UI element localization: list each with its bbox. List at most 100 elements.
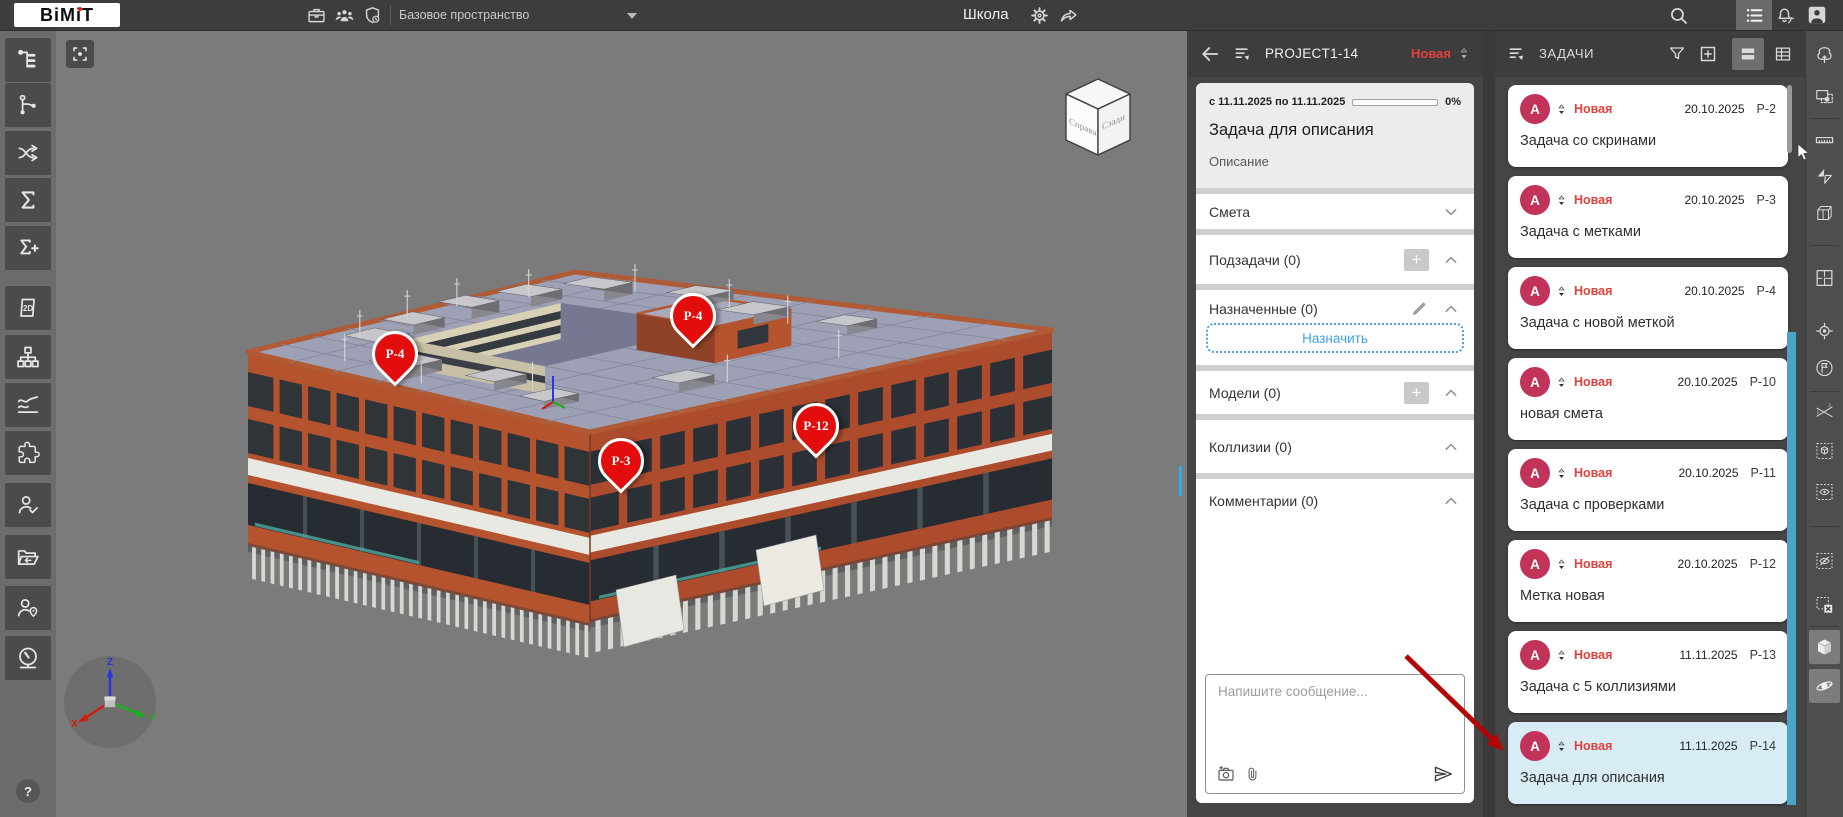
focus-selection-button[interactable] [66,40,94,68]
sort-list-icon[interactable] [1233,44,1253,64]
chevron-up-icon[interactable] [1441,383,1461,403]
scrollbar-thumb[interactable] [1787,85,1792,153]
section-assignees[interactable]: Назначенные (0) Назначить [1196,290,1474,365]
sheet-2d-icon[interactable]: 2D [5,286,51,330]
folder-transfer-icon[interactable] [5,535,51,579]
analytics-icon[interactable] [5,383,51,427]
app-logo[interactable]: BiMiT [14,3,120,27]
chevron-down-icon[interactable] [627,13,637,19]
add-subtask-button[interactable]: + [1404,249,1429,271]
section-estimate[interactable]: Смета [1196,194,1474,229]
section-subtasks[interactable]: Подзадачи (0) + [1196,235,1474,284]
navigation-gizmo[interactable]: Z X Y [60,652,160,752]
edit-icon[interactable] [1409,299,1429,319]
view-cube[interactable]: Справа Сзади [1050,70,1146,166]
task-title: Задача с 5 коллизиями [1520,679,1776,695]
task-title: Задача с метками [1520,224,1776,240]
section-box-icon[interactable] [1809,196,1840,230]
isolate-selection-icon[interactable] [1809,80,1840,114]
task-card[interactable]: A Новая 11.11.2025 P-13 Задача с 5 колли… [1508,631,1788,713]
orbit-mode-icon[interactable] [1809,669,1840,703]
help-button[interactable]: ? [16,779,40,803]
chevron-up-icon[interactable] [1441,299,1461,319]
chevron-down-icon[interactable] [1441,202,1461,222]
gear-icon[interactable] [1029,5,1050,26]
back-icon[interactable] [1199,43,1221,65]
task-status: Новая [1574,193,1612,207]
dashboard-icon[interactable] [5,636,51,680]
task-panel-header: PROJECT1-14 Новая [1187,30,1483,77]
issue-pin[interactable]: P-4 [369,328,415,384]
section-models[interactable]: Модели (0) + [1196,371,1474,414]
side-panels: PROJECT1-14 Новая с 11.11.2025 по 11.11.… [1187,30,1805,817]
task-card[interactable]: A Новая 11.11.2025 P-14 Задача для описа… [1508,722,1788,804]
plugins-icon[interactable] [5,431,51,475]
panel-resize-indicator[interactable] [1179,466,1182,496]
selection-hide-icon[interactable] [1809,544,1840,578]
message-box [1205,674,1465,794]
svg-text:2D: 2D [23,304,33,313]
workspace-selector[interactable]: Базовое пространство [399,0,529,30]
pin-label: P-4 [375,334,415,374]
chevron-up-icon[interactable] [1441,437,1461,457]
task-card[interactable]: A Новая 20.10.2025 P-10 новая смета [1508,358,1788,440]
toolbar-divider [1810,391,1839,392]
selection-ghost-icon[interactable] [1809,434,1840,468]
locate-point-icon[interactable] [1809,314,1840,348]
flag-mark-icon[interactable] [1809,351,1840,385]
task-card[interactable]: A Новая 20.10.2025 P-3 Задача с метками [1508,176,1788,258]
attach-file-icon[interactable] [1244,764,1261,784]
chevron-up-icon[interactable] [1441,491,1461,511]
search-icon[interactable] [1668,5,1689,26]
user-location-icon[interactable] [5,586,51,630]
share-icon[interactable] [1058,5,1079,26]
filter-icon[interactable] [1667,44,1687,64]
measure-ruler-icon[interactable] [1809,123,1840,157]
issue-pin[interactable]: P-3 [595,435,641,491]
issue-pin[interactable]: P-4 [667,290,713,346]
totals-add-icon[interactable] [5,226,51,270]
shaded-view-icon[interactable] [1809,630,1840,664]
compare-flash-icon[interactable] [1809,159,1840,193]
scheme-icon[interactable] [5,335,51,379]
shield-clock-icon[interactable] [362,5,383,26]
menu-list-glyph [1744,5,1765,26]
add-model-button[interactable]: + [1404,382,1429,404]
task-title: Задача с проверками [1520,497,1776,513]
environment-tree-icon[interactable] [1809,38,1840,72]
notifications-icon[interactable] [1774,5,1795,26]
selection-show-icon[interactable] [1809,475,1840,509]
add-task-icon[interactable] [1698,44,1718,64]
account-icon[interactable] [1806,4,1828,26]
model-structure-icon[interactable] [5,38,51,82]
send-icon[interactable] [1432,763,1454,785]
priority-arrows-icon [1555,647,1568,664]
briefcase-icon[interactable] [306,5,327,26]
viewport-3d[interactable]: Справа Сзади Z X Y P-4 P-4 P-3 P-12 [56,30,1187,817]
totals-icon[interactable] [5,178,51,222]
assign-button[interactable]: Назначить [1206,323,1464,353]
user-approvals-icon[interactable] [5,483,51,527]
team-icon[interactable] [334,5,355,26]
relations-icon[interactable] [5,83,51,127]
tasks-list-icon[interactable] [1736,0,1772,30]
sort-list-icon[interactable] [1507,44,1527,64]
add-screenshot-icon[interactable] [1216,764,1236,784]
section-comments[interactable]: Комментарии (0) [1196,479,1474,803]
grid-axes-icon[interactable]: 21 [1809,395,1840,429]
data-exchange-icon[interactable] [5,131,51,175]
section-collisions[interactable]: Коллизии (0) [1196,420,1474,473]
scrollbar-indicator[interactable] [1787,332,1796,805]
list-view-icon[interactable] [1732,38,1764,70]
message-input[interactable] [1206,675,1464,759]
selection-delete-icon[interactable] [1809,588,1840,622]
priority-arrows-icon[interactable] [1457,45,1471,62]
table-view-icon[interactable] [1773,44,1793,64]
chevron-up-icon[interactable] [1441,250,1461,270]
issue-pin[interactable]: P-12 [790,400,836,456]
task-card[interactable]: A Новая 20.10.2025 P-12 Метка новая [1508,540,1788,622]
task-card[interactable]: A Новая 20.10.2025 P-11 Задача с проверк… [1508,449,1788,531]
task-card[interactable]: A Новая 20.10.2025 P-2 Задача со скринам… [1508,85,1788,167]
task-card[interactable]: A Новая 20.10.2025 P-4 Задача с новой ме… [1508,267,1788,349]
floor-plan-icon[interactable] [1809,261,1840,295]
